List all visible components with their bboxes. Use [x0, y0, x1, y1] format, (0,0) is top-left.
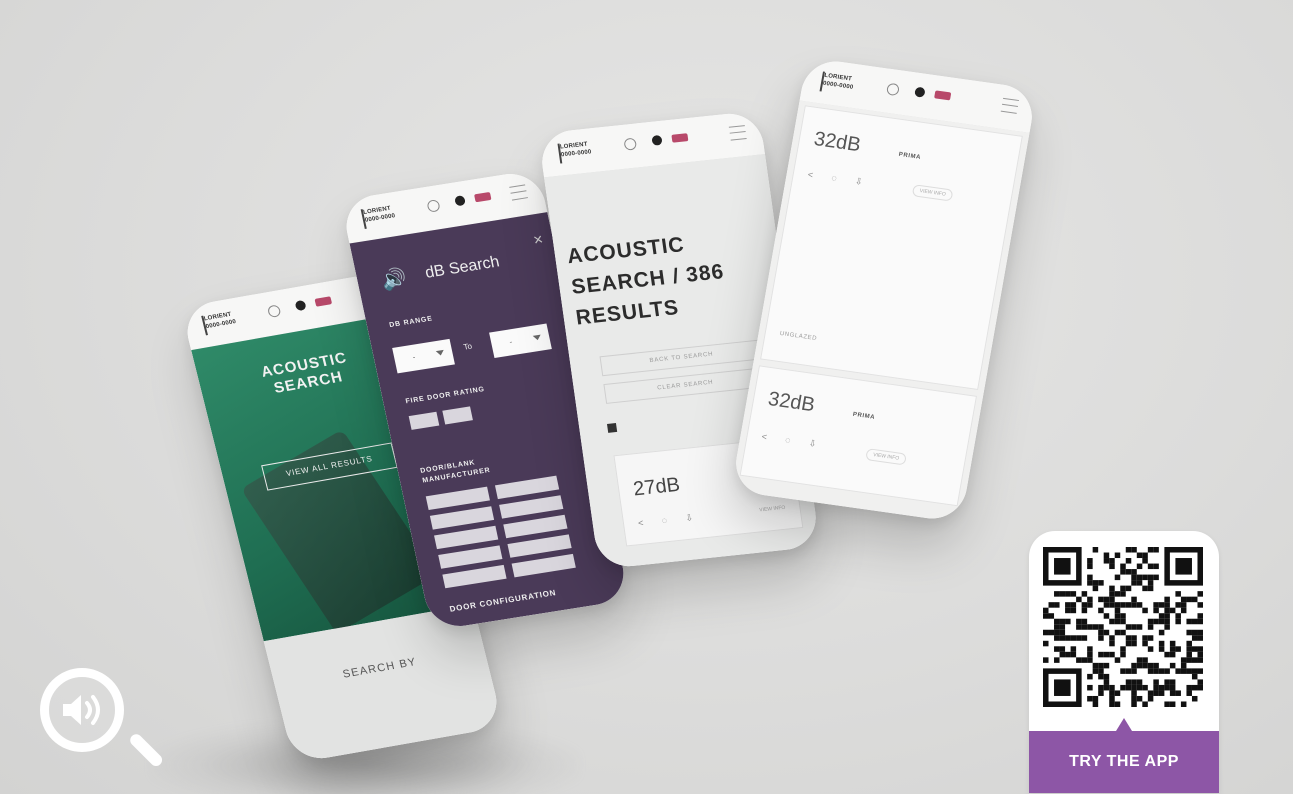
close-icon[interactable]: × [532, 231, 545, 250]
menu-icon[interactable] [509, 184, 528, 201]
card-db-value: 27dB [631, 473, 682, 501]
qr-card[interactable]: TRY THE APP [1029, 531, 1219, 793]
search-icon[interactable] [426, 199, 441, 213]
brand-logo: LORIENT 0000-0000 [557, 138, 611, 164]
magnifier-ring [40, 668, 124, 752]
menu-icon[interactable] [728, 125, 747, 141]
cart-icon[interactable] [914, 86, 926, 98]
manufacturer-chip[interactable] [434, 525, 499, 550]
qr-code-icon [1043, 547, 1203, 707]
search-icon[interactable] [885, 82, 900, 97]
magnifier-handle [127, 731, 165, 769]
card-db-value: 32dB [812, 128, 863, 157]
search-icon[interactable] [623, 137, 638, 151]
card-product-name: PRIMA [852, 411, 876, 421]
manufacturer-chip[interactable] [494, 475, 560, 500]
brand-logo: LORIENT 0000-0000 [201, 307, 256, 336]
brand-logo: LORIENT 0000-0000 [819, 71, 873, 99]
sort-control[interactable] [606, 422, 623, 433]
brand-logo: LORIENT 0000-0000 [360, 201, 415, 229]
qr-pointer [1116, 718, 1132, 731]
db-range-max-select[interactable]: - [489, 323, 552, 359]
sort-icon [606, 423, 618, 433]
promo-stage: LORIENT 0000-0000 ACOUSTIC SEARCH VIEW A… [0, 0, 1293, 794]
acoustic-search-icon [36, 664, 165, 772]
menu-icon[interactable] [1000, 97, 1020, 114]
select-value: - [508, 337, 514, 347]
cart-icon[interactable] [651, 134, 663, 146]
cart-icon[interactable] [454, 195, 467, 207]
db-range-min-select[interactable]: - [392, 338, 455, 374]
fire-rating-option[interactable] [408, 411, 440, 430]
card-db-value: 32dB [766, 388, 817, 417]
view-info-link[interactable]: VIEW INFO [759, 505, 786, 514]
manufacturer-chip[interactable] [425, 486, 490, 511]
cart-icon[interactable] [294, 299, 307, 312]
manufacturer-chip[interactable] [499, 495, 564, 519]
to-label: To [462, 341, 473, 352]
speaker-icon [63, 695, 100, 725]
flag-icon[interactable] [474, 191, 492, 203]
card-spec: UNGLAZED [779, 330, 818, 343]
chevron-down-icon [435, 349, 445, 357]
card-product-name: PRIMA [898, 151, 922, 161]
results-title: ACOUSTIC SEARCH / 386 RESULTS [565, 233, 726, 330]
card-actions[interactable]: < ◌ ⇩ [761, 431, 825, 451]
phone-product-cards: LORIENT 0000-0000 32dB PRIMA < ◌ ⇩ VIEW … [730, 57, 1038, 523]
try-the-app-button[interactable]: TRY THE APP [1029, 731, 1219, 793]
manufacturer-chip[interactable] [429, 506, 495, 530]
view-info-link[interactable]: VIEW INFO [911, 184, 954, 202]
flag-icon[interactable] [671, 133, 689, 143]
card-actions[interactable]: < ◌ ⇩ [637, 512, 701, 529]
manufacturer-chip[interactable] [442, 564, 507, 589]
manufacturer-chip[interactable] [503, 514, 568, 539]
search-icon[interactable] [266, 304, 282, 319]
manufacturer-chip[interactable] [507, 534, 572, 558]
fire-rating-label: FIRE DOOR RATING [404, 385, 486, 406]
fire-rating-option[interactable] [442, 406, 473, 425]
view-info-link[interactable]: VIEW INFO [865, 448, 908, 466]
door-configuration-label[interactable]: DOOR CONFIGURATION [449, 588, 557, 614]
chevron-down-icon [532, 334, 542, 341]
flag-icon[interactable] [314, 296, 333, 307]
card-actions[interactable]: < ◌ ⇩ [807, 169, 871, 189]
db-search-title: dB Search [423, 253, 502, 282]
flag-icon[interactable] [934, 90, 952, 101]
manufacturer-chip[interactable] [438, 545, 503, 569]
select-value: - [411, 352, 417, 362]
speaker-icon: 🔊 [379, 267, 410, 293]
db-range-label: DB RANGE [388, 315, 434, 330]
product-card[interactable]: 32dB PRIMA < ◌ ⇩ VIEW INFO UNGLAZED [760, 105, 1023, 391]
manufacturer-chip[interactable] [511, 553, 576, 578]
